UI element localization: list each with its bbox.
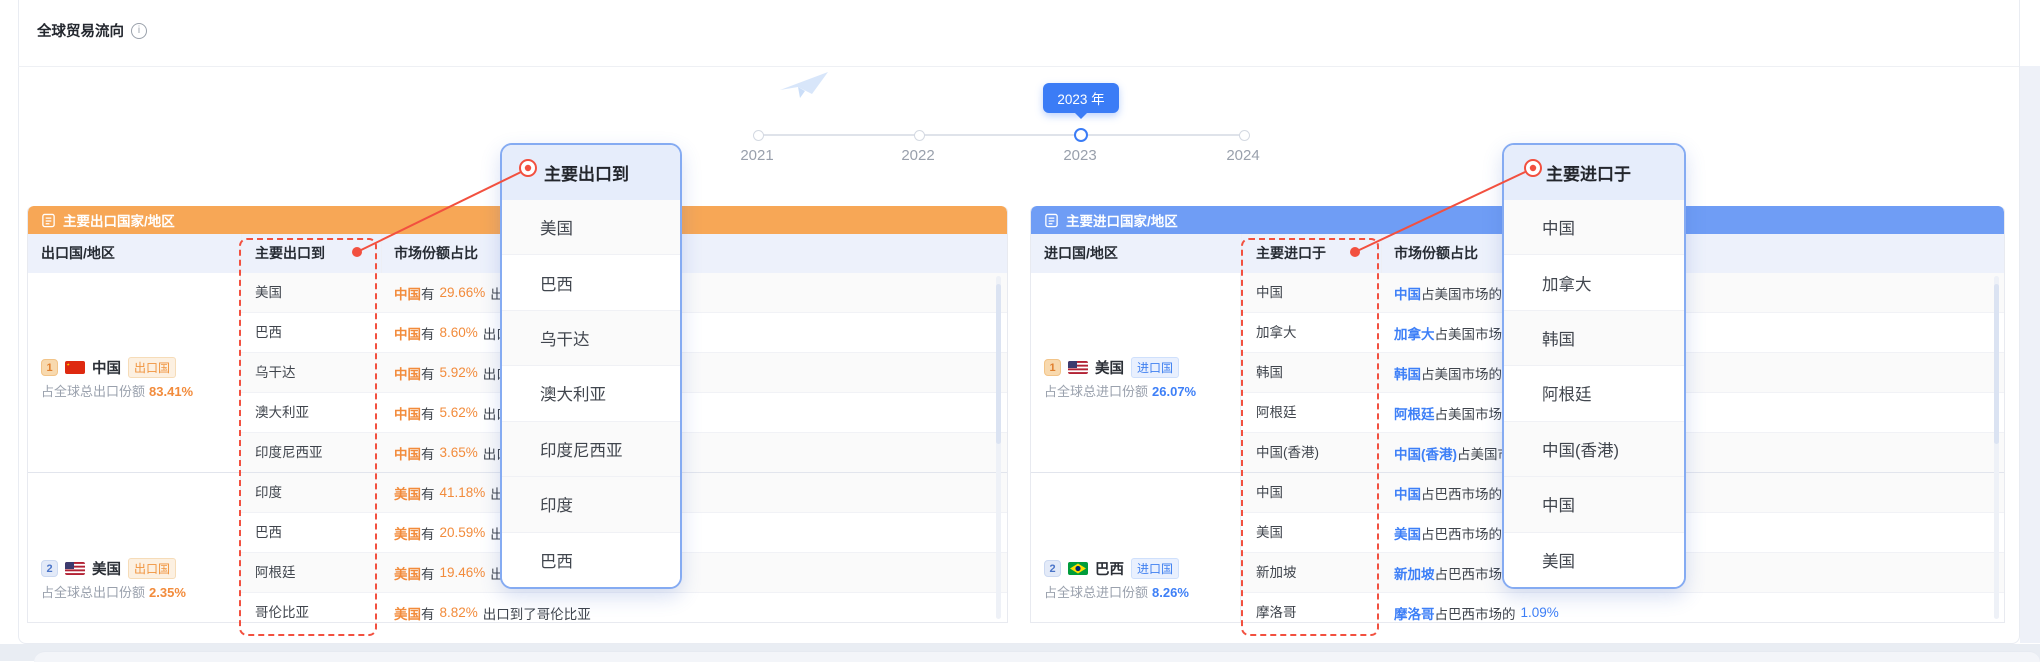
export-table-title: 主要出口国家/地区 [63,210,175,230]
import-table-title: 主要进口国家/地区 [1066,210,1178,230]
export-group-china: 1 中国 出口国 占全球总出口份额83.41% [28,273,241,473]
col-import-share: 市场份额占比 [1394,234,1478,273]
popup-item: 印度尼西亚 [502,422,680,477]
timeline-dot-2024[interactable] [1239,130,1250,141]
popup-item: 韩国 [1504,311,1684,366]
export-group-usa: 2 美国 出口国 占全球总出口份额2.35% [28,473,241,623]
export-popup-title: 主要出口到 [502,145,680,200]
popup-item: 加拿大 [1504,255,1684,310]
popup-item: 美国 [1504,533,1684,587]
next-section-card-top [34,651,2040,662]
timeline-dot-2022[interactable] [914,130,925,141]
timeline-dot-2023-active[interactable] [1074,128,1088,142]
timeline-track[interactable] [757,134,1243,136]
import-group-brazil: 2 巴西 进口国 占全球总进口份额8.26% [1031,473,1241,623]
popup-item: 巴西 [502,533,680,587]
global-share: 占全球总出口份额2.35% [41,582,186,601]
global-share: 占全球总出口份额83.41% [41,381,193,400]
export-table-scrollbar[interactable] [996,276,1001,619]
header-divider [18,66,2019,67]
card-header: 全球贸易流向 i [37,20,147,41]
rank-badge: 2 [41,560,58,577]
global-share: 占全球总进口份额26.07% [1044,381,1196,400]
import-src-column-highlight [1241,238,1379,636]
timeline-year-2021[interactable]: 2021 [725,147,789,164]
popup-item: 中国 [1504,200,1684,255]
popup-item: 印度 [502,477,680,532]
plane-icon [778,70,834,100]
report-icon [1044,213,1059,228]
flag-china-icon [65,361,85,374]
report-icon [41,213,56,228]
popup-item: 中国 [1504,477,1684,532]
role-badge: 进口国 [1131,558,1179,579]
export-dest-popup: 主要出口到 美国 巴西 乌干达 澳大利亚 印度尼西亚 印度 巴西 [500,143,682,589]
rank-badge: 1 [41,359,58,376]
popup-item: 澳大利亚 [502,366,680,421]
flag-usa-icon [65,562,85,575]
timeline-year-2023[interactable]: 2023 [1048,147,1112,164]
export-dest-column-highlight [239,238,377,636]
page-title: 全球贸易流向 [37,20,124,41]
timeline-dot-2021[interactable] [753,130,764,141]
popup-item: 阿根廷 [1504,366,1684,421]
timeline-year-2022[interactable]: 2022 [886,147,950,164]
popup-item: 乌干达 [502,311,680,366]
right-gutter [2020,66,2040,643]
flag-brazil-icon [1068,562,1088,575]
role-badge: 进口国 [1131,357,1179,378]
country-name: 中国 [92,357,121,378]
import-group-usa: 1 美国 进口国 占全球总进口份额26.07% [1031,273,1241,473]
role-badge: 出口国 [128,357,176,378]
col-export-share: 市场份额占比 [394,234,478,273]
rank-badge: 2 [1044,560,1061,577]
info-icon[interactable]: i [131,23,147,39]
import-popup-title: 主要进口于 [1504,145,1684,200]
rank-badge: 1 [1044,359,1061,376]
popup-item: 巴西 [502,255,680,310]
popup-item: 美国 [502,200,680,255]
import-table-scrollbar[interactable] [1994,276,1999,619]
col-export-country: 出口国/地区 [41,234,115,273]
global-share: 占全球总进口份额8.26% [1044,582,1189,601]
import-src-popup: 主要进口于 中国 加拿大 韩国 阿根廷 中国(香港) 中国 美国 [1502,143,1686,589]
flag-usa-icon [1068,361,1088,374]
country-name: 美国 [92,558,121,579]
country-name: 巴西 [1095,558,1124,579]
year-tooltip: 2023 年 [1043,83,1119,113]
timeline-year-2024[interactable]: 2024 [1211,147,1275,164]
popup-item: 中国(香港) [1504,422,1684,477]
country-name: 美国 [1095,357,1124,378]
col-import-country: 进口国/地区 [1044,234,1118,273]
role-badge: 出口国 [128,558,176,579]
